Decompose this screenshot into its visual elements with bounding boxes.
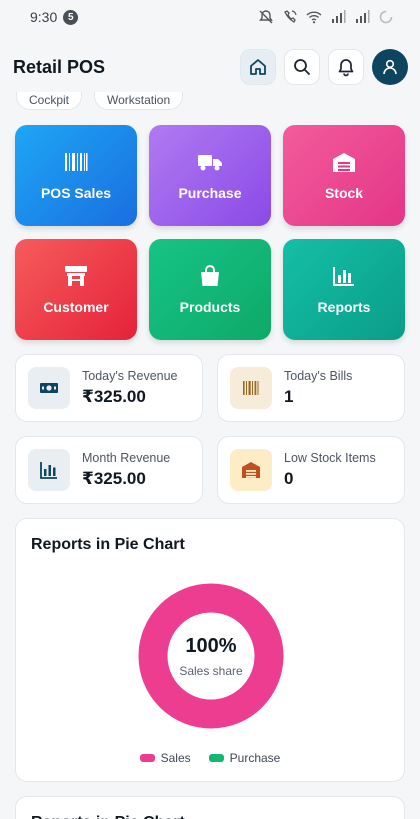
donut-chart: 100% Sales share — [136, 581, 286, 731]
notifications-button[interactable] — [328, 49, 364, 85]
donut-center-label: Sales share — [179, 663, 243, 678]
search-button[interactable] — [284, 49, 320, 85]
legend-swatch — [139, 754, 155, 762]
bar-chart-icon — [40, 462, 57, 479]
tile-stock[interactable]: Stock — [283, 125, 405, 226]
tile-label: Purchase — [178, 185, 242, 201]
status-bar: 9:30 5 — [0, 0, 420, 34]
bell-icon — [338, 59, 354, 77]
chart-legend: Sales Purchase — [16, 751, 404, 765]
tile-products[interactable]: Products — [149, 239, 271, 340]
mute-icon — [259, 10, 273, 24]
stat-label: Today's Revenue — [82, 369, 178, 383]
stat-value: ₹325.00 — [82, 387, 146, 406]
tile-label: Products — [179, 299, 241, 315]
stat-month-revenue[interactable]: Month Revenue ₹325.00 — [15, 436, 203, 504]
stat-value: 1 — [284, 387, 294, 406]
tile-reports[interactable]: Reports — [283, 239, 405, 340]
signal-icon-2 — [356, 10, 370, 23]
stat-label: Low Stock Items — [284, 451, 376, 465]
pie-chart-card: Reports in Pie Chart 100% Sales share Sa… — [15, 518, 405, 782]
stat-today-revenue[interactable]: Today's Revenue ₹325.00 — [15, 354, 203, 422]
stat-low-stock[interactable]: Low Stock Items 0 — [217, 436, 405, 504]
home-icon — [250, 59, 266, 75]
bar-chart-icon — [333, 267, 354, 286]
category-chips: Cockpit Workstation — [16, 92, 184, 110]
tile-label: POS Sales — [40, 185, 112, 201]
status-time: 9:30 — [30, 9, 58, 25]
stat-value: ₹325.00 — [82, 469, 146, 488]
wifi-icon — [306, 11, 322, 24]
profile-avatar[interactable] — [372, 49, 408, 85]
chip-cockpit[interactable]: Cockpit — [16, 92, 83, 110]
card-title: Reports in Pie Chart — [16, 797, 404, 819]
tile-label: Customer — [43, 299, 109, 315]
legend-item-purchase: Purchase — [208, 751, 281, 765]
card-title: Reports in Pie Chart — [31, 536, 185, 553]
stat-today-bills[interactable]: Today's Bills 1 — [217, 354, 405, 422]
cash-icon — [40, 383, 58, 393]
legend-item-sales: Sales — [139, 751, 191, 765]
notification-count-badge: 5 — [63, 9, 79, 25]
stat-label: Today's Bills — [284, 369, 353, 383]
wifi-call-icon — [284, 10, 297, 23]
warehouse-icon — [333, 153, 355, 172]
tile-purchase[interactable]: Purchase — [149, 125, 271, 226]
tile-pos-sales[interactable]: POS Sales — [15, 125, 137, 226]
shopping-bag-icon — [201, 265, 219, 286]
module-tiles: POS Sales Purchase Stock Customer Produc… — [15, 125, 405, 340]
app-title: Retail POS — [13, 56, 106, 77]
tile-label: Reports — [317, 299, 371, 315]
truck-icon — [198, 155, 222, 171]
warehouse-icon — [242, 462, 260, 478]
stat-label: Month Revenue — [82, 451, 171, 465]
legend-label: Purchase — [229, 751, 281, 765]
legend-label: Sales — [160, 751, 191, 765]
legend-swatch — [208, 754, 224, 762]
app-header: Retail POS — [0, 42, 420, 92]
store-icon — [65, 266, 87, 286]
barcode-icon — [243, 381, 259, 395]
stat-value: 0 — [284, 469, 294, 488]
loading-spinner-icon — [379, 10, 393, 24]
donut-center-value: 100% — [185, 634, 237, 657]
chip-workstation[interactable]: Workstation — [94, 92, 184, 110]
home-button[interactable] — [240, 49, 276, 85]
pie-chart-card-2: Reports in Pie Chart — [15, 796, 405, 819]
search-icon — [294, 59, 310, 75]
barcode-icon — [65, 153, 88, 171]
tile-customer[interactable]: Customer — [15, 239, 137, 340]
tile-label: Stock — [324, 185, 364, 201]
user-icon — [383, 59, 397, 75]
signal-icon — [332, 10, 346, 23]
